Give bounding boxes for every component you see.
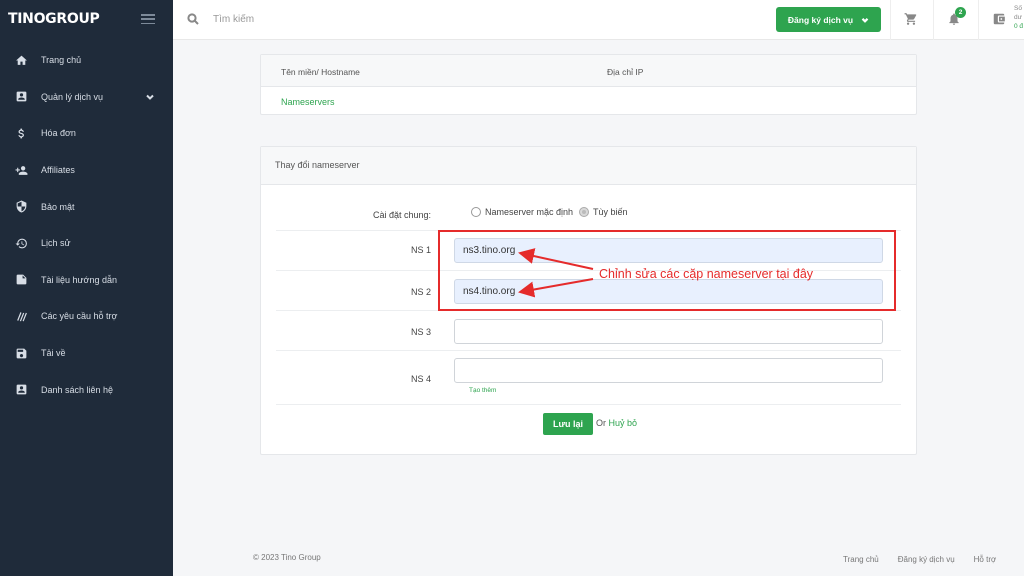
dollar-icon bbox=[14, 126, 28, 140]
add-more-link[interactable]: Tạo thêm bbox=[469, 387, 496, 394]
sidebar-item-downloads[interactable]: Tải về bbox=[0, 335, 173, 372]
sidebar-item-label: Affiliates bbox=[41, 165, 75, 176]
sidebar-item-services[interactable]: Quản lý dịch vụ bbox=[0, 79, 173, 116]
hostname-card: Tên miền/ Hostname Địa chỉ IP Nameserver… bbox=[260, 54, 917, 115]
search-input[interactable] bbox=[213, 9, 413, 29]
chevron-down-icon bbox=[861, 17, 869, 23]
ns3-input[interactable] bbox=[454, 319, 883, 344]
add-user-icon bbox=[14, 163, 28, 177]
notification-badge: 2 bbox=[955, 7, 966, 18]
footer-copyright: © 2023 Tino Group bbox=[253, 553, 321, 562]
divider bbox=[890, 0, 891, 40]
divider bbox=[978, 0, 979, 40]
radio-label-custom: Tùy biến bbox=[593, 207, 628, 217]
sidebar-item-label: Danh sách liên hệ bbox=[41, 384, 114, 395]
sidebar-item-label: Hóa đơn bbox=[41, 128, 76, 139]
history-icon bbox=[14, 236, 28, 250]
footer-links: Trang chủ Đăng ký dịch vụ Hỗ trợ bbox=[843, 555, 996, 564]
ns4-label: NS 4 bbox=[410, 374, 431, 384]
sidebar-item-label: Tài liệu hướng dẫn bbox=[41, 274, 117, 285]
radio-group: Nameserver mặc định Tùy biến bbox=[471, 207, 628, 217]
general-setting-label: Cài đặt chung: bbox=[372, 210, 431, 220]
wallet-balance[interactable]: Số dư 0 đ bbox=[1014, 4, 1023, 31]
topbar: Đăng ký dịch vụ 2 Số dư 0 đ bbox=[173, 0, 1024, 40]
ns4-input[interactable] bbox=[454, 358, 883, 383]
card-title: Thay đổi nameserver bbox=[261, 147, 916, 185]
sidebar-item-label: Lịch sử bbox=[41, 238, 71, 249]
sidebar-item-history[interactable]: Lịch sử bbox=[0, 225, 173, 262]
sidebar: TINOGROUP Trang chủ Quản lý dịch vụ Hóa … bbox=[0, 0, 173, 576]
column-header-ip: Địa chỉ IP bbox=[607, 67, 644, 77]
ns1-label: NS 1 bbox=[410, 245, 431, 255]
register-service-label: Đăng ký dịch vụ bbox=[787, 14, 854, 25]
hamburger-menu-icon[interactable] bbox=[141, 14, 155, 24]
or-text: Or bbox=[596, 418, 606, 428]
sidebar-item-label: Các yêu cầu hỗ trợ bbox=[41, 311, 118, 322]
ns4-row: NS 4 Tạo thêm bbox=[276, 351, 901, 405]
wallet-line: dư bbox=[1014, 14, 1022, 21]
sidebar-item-security[interactable]: Bảo mật bbox=[0, 188, 173, 225]
home-icon bbox=[14, 53, 28, 67]
logo[interactable]: TINOGROUP bbox=[8, 11, 100, 27]
save-button[interactable]: Lưu lại bbox=[543, 413, 593, 435]
wallet-amount: 0 đ bbox=[1014, 23, 1024, 30]
sidebar-item-contacts[interactable]: Danh sách liên hệ bbox=[0, 371, 173, 408]
sidebar-item-label: Trang chủ bbox=[41, 55, 82, 66]
footer-link-support[interactable]: Hỗ trợ bbox=[974, 555, 997, 564]
sidebar-item-home[interactable]: Trang chủ bbox=[0, 42, 173, 79]
general-setting-row: Cài đặt chung: Nameserver mặc định Tùy b… bbox=[276, 193, 901, 231]
ns2-label: NS 2 bbox=[410, 287, 431, 297]
ns3-label: NS 3 bbox=[410, 327, 431, 337]
ticket-icon bbox=[14, 309, 28, 323]
wallet-icon[interactable] bbox=[992, 12, 1006, 26]
save-icon bbox=[14, 346, 28, 360]
search-icon bbox=[187, 13, 199, 25]
sidebar-item-support[interactable]: Các yêu cầu hỗ trợ bbox=[0, 298, 173, 335]
wallet-line: Số bbox=[1014, 5, 1022, 12]
contact-icon bbox=[14, 383, 28, 397]
sidebar-item-docs[interactable]: Tài liệu hướng dẫn bbox=[0, 262, 173, 299]
ns3-row: NS 3 bbox=[276, 311, 901, 351]
footer-link-home[interactable]: Trang chủ bbox=[843, 555, 879, 564]
divider bbox=[933, 0, 934, 40]
sidebar-item-affiliates[interactable]: Affiliates bbox=[0, 152, 173, 189]
shield-icon bbox=[14, 200, 28, 214]
register-service-button[interactable]: Đăng ký dịch vụ bbox=[776, 7, 881, 32]
chevron-down-icon[interactable] bbox=[145, 92, 155, 102]
cart-icon[interactable] bbox=[904, 12, 918, 26]
document-icon bbox=[14, 273, 28, 287]
column-header-hostname: Tên miền/ Hostname bbox=[281, 67, 360, 77]
footer-link-register[interactable]: Đăng ký dịch vụ bbox=[898, 555, 955, 564]
brand-bar: TINOGROUP bbox=[0, 0, 173, 38]
annotation-text: Chỉnh sửa các cặp nameserver tại đây bbox=[599, 267, 814, 281]
sidebar-nav: Trang chủ Quản lý dịch vụ Hóa đơn Affili… bbox=[0, 42, 173, 408]
sidebar-item-label: Quản lý dịch vụ bbox=[41, 91, 104, 102]
cancel-link[interactable]: Huỷ bỏ bbox=[609, 418, 638, 428]
account-box-icon bbox=[14, 90, 28, 104]
radio-default-nameserver[interactable] bbox=[471, 207, 481, 217]
radio-custom-nameserver[interactable] bbox=[579, 207, 590, 217]
radio-label-default: Nameserver mặc định bbox=[485, 207, 574, 217]
nameservers-link[interactable]: Nameservers bbox=[281, 97, 335, 107]
sidebar-item-label: Bảo mật bbox=[41, 201, 75, 212]
or-cancel: Or Huỷ bỏ bbox=[596, 418, 637, 428]
sidebar-item-label: Tải về bbox=[41, 348, 66, 359]
sidebar-item-invoices[interactable]: Hóa đơn bbox=[0, 115, 173, 152]
table-header: Tên miền/ Hostname Địa chỉ IP bbox=[261, 55, 916, 87]
